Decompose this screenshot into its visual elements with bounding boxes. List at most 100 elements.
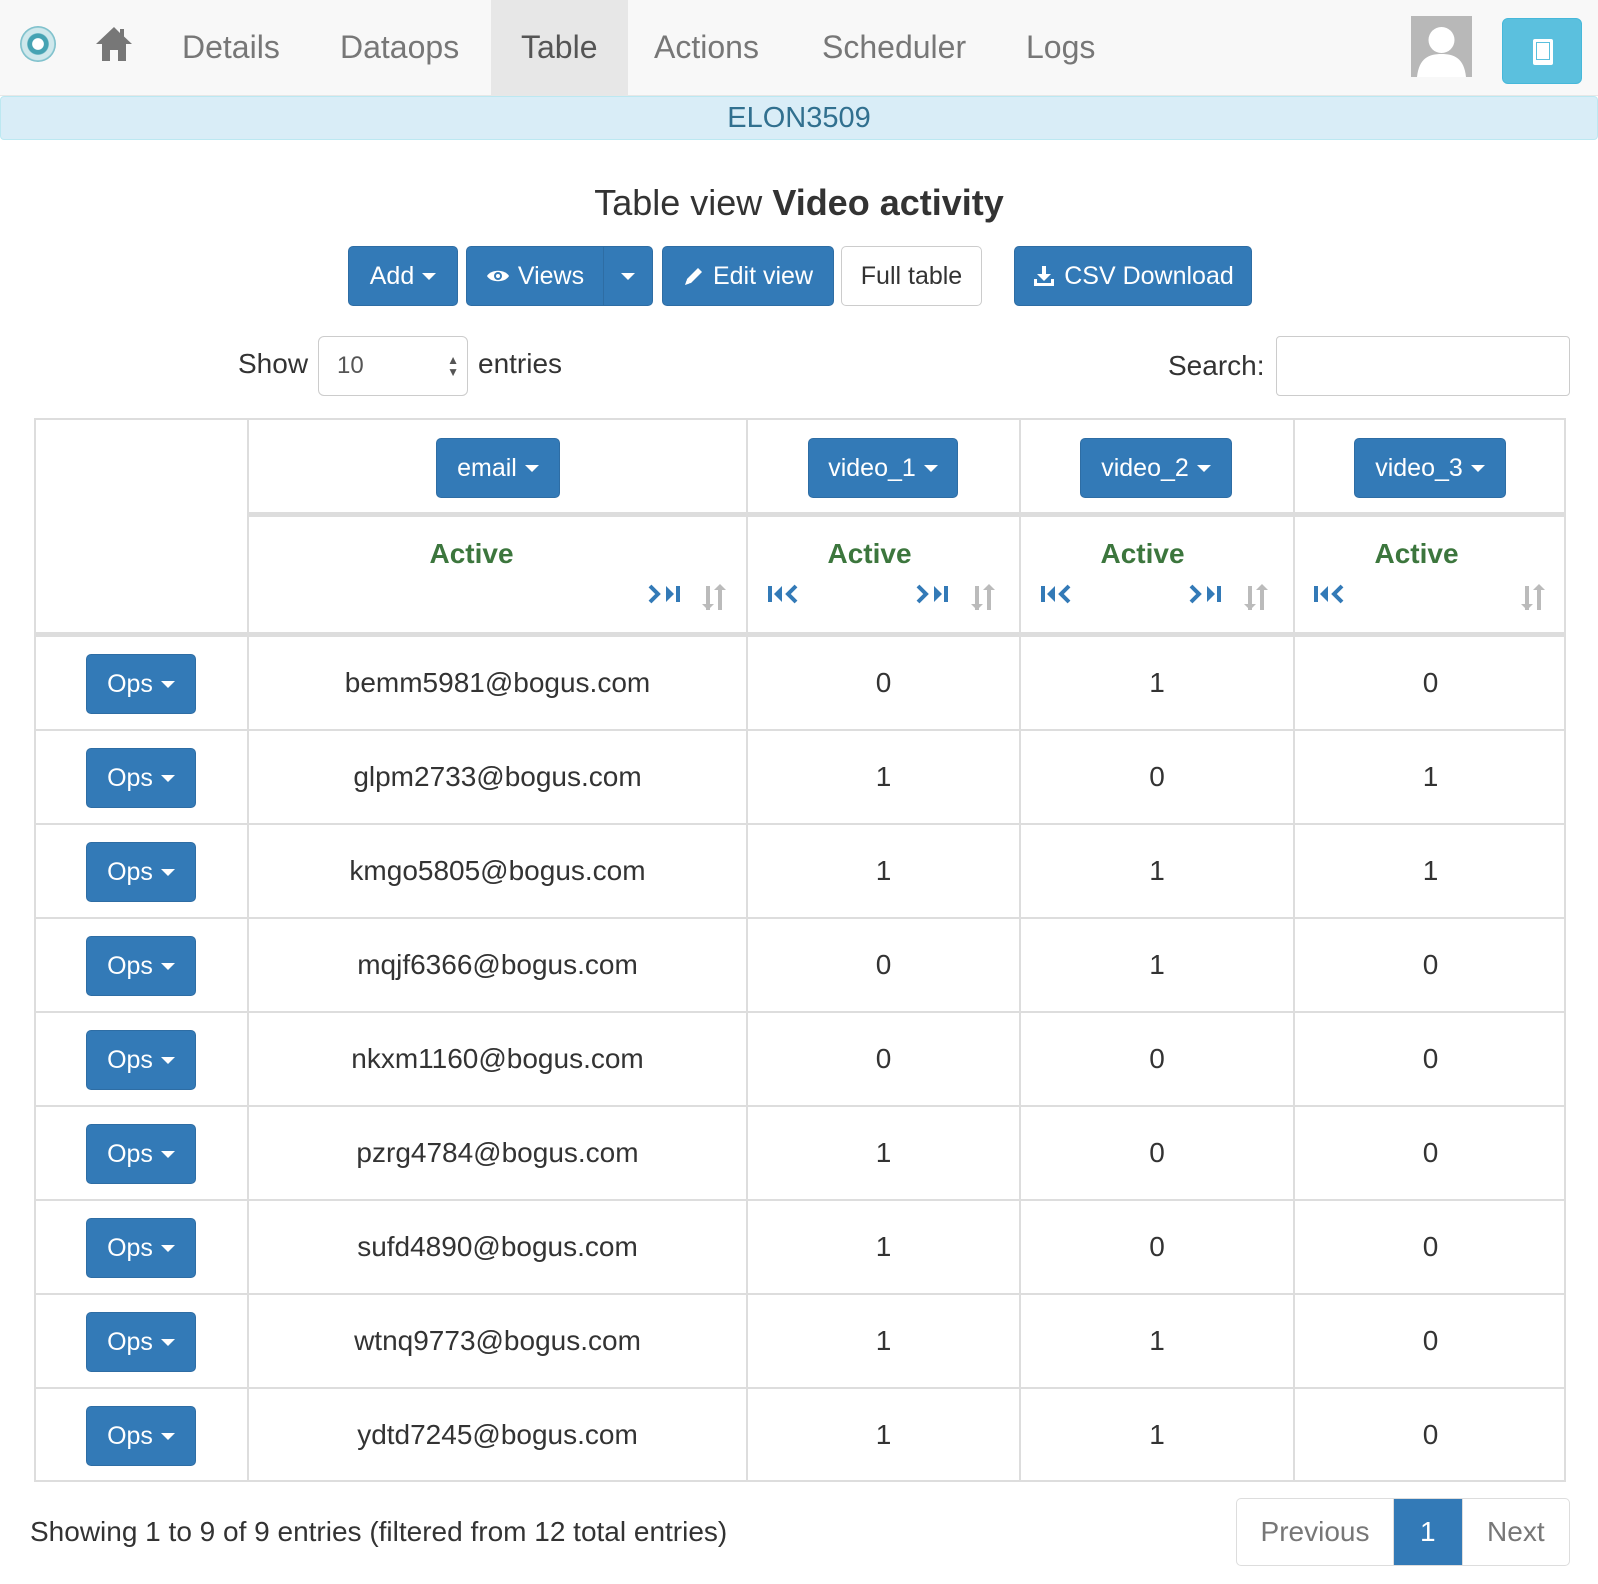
data-table: email video_1 video_2 video_3 Active Act… (34, 418, 1566, 1482)
column-button-video-3[interactable]: video_3 (1354, 438, 1506, 498)
video-1-cell: 1 (875, 1137, 892, 1168)
ops-label: Ops (107, 857, 153, 886)
move-left-icon[interactable] (764, 582, 800, 606)
sort-icon[interactable] (1519, 582, 1549, 612)
ops-button[interactable]: Ops (86, 1124, 196, 1184)
caret-down-icon (1470, 464, 1485, 472)
title-prefix: Table view (594, 182, 763, 223)
page-title: Table view Video activity (0, 182, 1598, 224)
ops-button[interactable]: Ops (86, 1406, 196, 1466)
video-2-cell: 0 (1149, 1231, 1165, 1262)
ops-button[interactable]: Ops (86, 748, 196, 808)
eye-icon (486, 270, 509, 282)
column-label: video_3 (1375, 453, 1463, 482)
email-cell: pzrg4784@bogus.com (356, 1137, 639, 1168)
nav-logs[interactable]: Logs (996, 0, 1125, 95)
video-2-cell: 1 (1149, 855, 1165, 886)
caret-down-icon (160, 680, 175, 688)
add-label: Add (369, 261, 415, 290)
column-label: video_2 (1101, 453, 1189, 482)
video-1-cell: 1 (875, 855, 892, 886)
app-logo[interactable] (20, 26, 56, 62)
ops-button[interactable]: Ops (86, 1312, 196, 1372)
select-arrows-icon: ▲ ▼ (447, 353, 459, 379)
move-right-icon[interactable] (916, 582, 952, 606)
caret-down-icon (160, 1244, 175, 1252)
email-cell: mqjf6366@bogus.com (357, 949, 638, 980)
column-label: email (457, 453, 517, 482)
entries-label: entries (478, 348, 563, 379)
previous-page-button[interactable]: Previous (1237, 1499, 1395, 1565)
download-icon (1034, 266, 1055, 286)
sort-icon[interactable] (700, 582, 730, 612)
user-avatar[interactable] (1411, 16, 1472, 77)
book-button[interactable] (1502, 18, 1582, 84)
search-input[interactable] (1276, 336, 1570, 396)
caret-down-icon (524, 464, 539, 472)
sort-icon[interactable] (1242, 582, 1272, 612)
video-1-cell: 0 (875, 667, 892, 698)
full-table-button[interactable]: Full table (841, 246, 982, 306)
nav-scheduler[interactable]: Scheduler (792, 0, 996, 95)
video-3-cell: 0 (1422, 1137, 1439, 1168)
caret-down-icon (160, 1338, 175, 1346)
move-left-icon[interactable] (1037, 582, 1073, 606)
nav-details[interactable]: Details (152, 0, 310, 95)
next-page-button[interactable]: Next (1461, 1499, 1569, 1565)
email-cell: bemm5981@bogus.com (344, 667, 651, 698)
move-right-icon[interactable] (1189, 582, 1225, 606)
views-button[interactable]: Views (466, 246, 604, 306)
nav-actions[interactable]: Actions (624, 0, 789, 95)
move-right-icon[interactable] (648, 582, 684, 606)
email-cell: nkxm1160@bogus.com (351, 1043, 644, 1074)
video-1-cell: 0 (875, 949, 892, 980)
edit-view-label: Edit view (712, 261, 814, 290)
video-3-cell: 0 (1422, 1043, 1439, 1074)
video-2-cell: 1 (1149, 1325, 1165, 1356)
email-cell: ydtd7245@bogus.com (357, 1419, 638, 1450)
sort-icon[interactable] (969, 582, 999, 612)
nav-table[interactable]: Table (491, 0, 628, 95)
email-cell: sufd4890@bogus.com (357, 1231, 638, 1262)
ops-button[interactable]: Ops (86, 936, 196, 996)
pagination: Previous 1 Next (1236, 1498, 1570, 1566)
video-1-cell: 1 (875, 761, 892, 792)
column-button-video-2[interactable]: video_2 (1080, 438, 1232, 498)
ops-button[interactable]: Ops (86, 842, 196, 902)
video-3-cell: 0 (1422, 667, 1439, 698)
edit-view-button[interactable]: Edit view (662, 246, 834, 306)
ops-label: Ops (107, 1233, 153, 1262)
search-label: Search: (1168, 350, 1265, 381)
nav-dataops[interactable]: Dataops (310, 0, 489, 95)
video-3-cell: 1 (1422, 855, 1439, 886)
home-icon[interactable] (94, 24, 134, 64)
header-separator (247, 512, 1564, 517)
video-1-cell: 1 (875, 1419, 892, 1450)
entries-select[interactable]: 10 ▲ ▼ (318, 336, 468, 396)
video-2-cell: 0 (1149, 1137, 1165, 1168)
table-info: Showing 1 to 9 of 9 entries (filtered fr… (30, 1516, 728, 1547)
caret-down-icon (160, 868, 175, 876)
column-button-video-1[interactable]: video_1 (808, 438, 958, 498)
caret-down-icon (422, 272, 437, 280)
caret-down-icon (160, 774, 175, 782)
csv-download-button[interactable]: CSV Download (1014, 246, 1252, 306)
views-dropdown-toggle[interactable] (603, 246, 653, 306)
column-button-email[interactable]: email (436, 438, 560, 498)
ops-label: Ops (107, 1139, 153, 1168)
caret-down-icon (160, 1150, 175, 1158)
ops-label: Ops (107, 1327, 153, 1356)
ops-button[interactable]: Ops (86, 1218, 196, 1278)
add-button[interactable]: Add (348, 246, 458, 306)
video-1-cell: 1 (875, 1325, 892, 1356)
ops-button[interactable]: Ops (86, 1030, 196, 1090)
active-label: Active (1100, 538, 1185, 569)
move-left-icon[interactable] (1310, 582, 1346, 606)
navbar: Details Dataops Table Actions Scheduler … (0, 0, 1598, 96)
caret-down-icon (621, 272, 635, 280)
video-3-cell: 1 (1422, 761, 1439, 792)
page-1-button[interactable]: 1 (1394, 1499, 1462, 1565)
video-2-cell: 1 (1149, 949, 1165, 980)
full-table-label: Full table (860, 261, 963, 290)
ops-button[interactable]: Ops (86, 654, 196, 714)
